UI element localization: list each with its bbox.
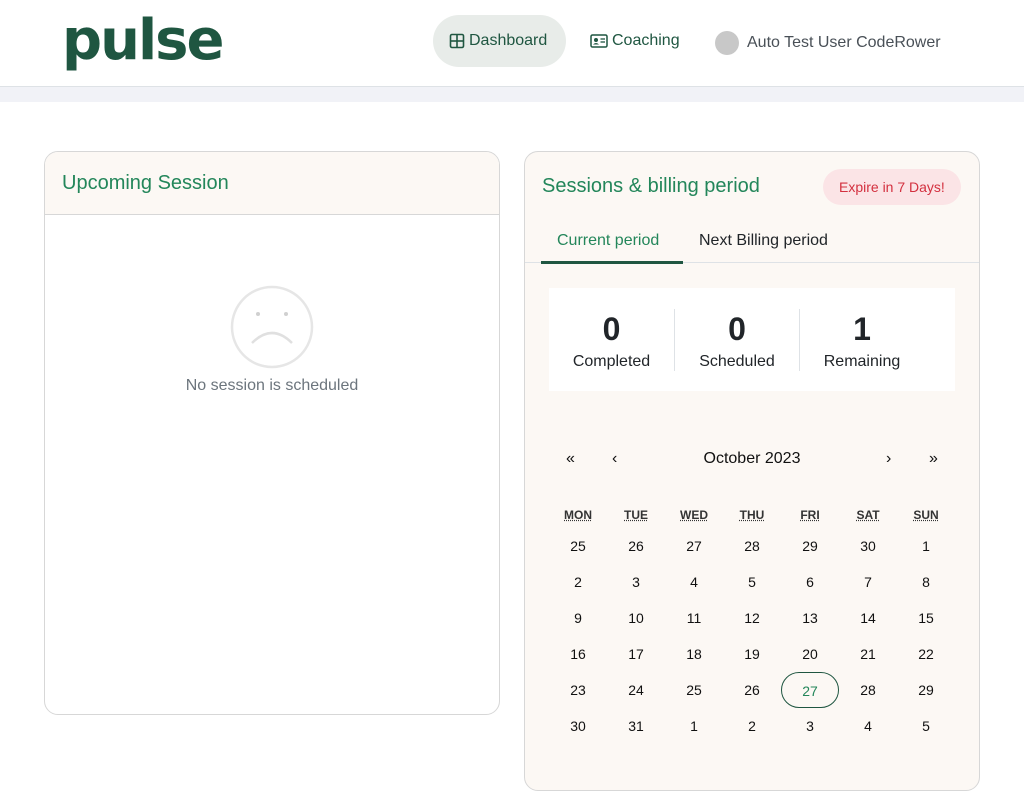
calendar-day[interactable]: 31 bbox=[607, 708, 665, 744]
weekday-fri: FRI bbox=[781, 502, 839, 528]
stat-scheduled-label: Scheduled bbox=[675, 353, 799, 371]
nav-dashboard-label: Dashboard bbox=[469, 32, 547, 50]
calendar-grid: MON TUE WED THU FRI SAT SUN 25 26 27 28 29 30… bbox=[549, 502, 955, 744]
user-menu[interactable]: Auto Test User CodeRower bbox=[715, 31, 941, 55]
calendar-day[interactable]: 4 bbox=[839, 708, 897, 744]
calendar-day[interactable]: 26 bbox=[607, 528, 665, 564]
calendar-day[interactable]: 22 bbox=[897, 636, 955, 672]
calendar-day[interactable]: 27 bbox=[665, 528, 723, 564]
grid-icon bbox=[449, 33, 465, 49]
calendar-day[interactable]: 30 bbox=[549, 708, 607, 744]
calendar-day[interactable]: 30 bbox=[839, 528, 897, 564]
calendar-day[interactable]: 1 bbox=[897, 528, 955, 564]
expire-badge: Expire in 7 Days! bbox=[823, 169, 961, 205]
calendar-day[interactable]: 15 bbox=[897, 600, 955, 636]
calendar-day[interactable]: 11 bbox=[665, 600, 723, 636]
calendar-day[interactable]: 1 bbox=[665, 708, 723, 744]
weekday-thu: THU bbox=[723, 502, 781, 528]
calendar-day[interactable]: 3 bbox=[781, 708, 839, 744]
calendar-day[interactable]: 4 bbox=[665, 564, 723, 600]
calendar-day[interactable]: 14 bbox=[839, 600, 897, 636]
stat-completed-label: Completed bbox=[549, 353, 674, 371]
calendar-weekday-header: MON TUE WED THU FRI SAT SUN bbox=[549, 502, 955, 528]
calendar-week-row: 9 10 11 12 13 14 15 bbox=[549, 600, 955, 636]
sessions-billing-card: Sessions & billing period Expire in 7 Da… bbox=[524, 151, 980, 791]
sad-face-icon bbox=[230, 285, 314, 369]
stat-completed: 0 Completed bbox=[549, 309, 674, 371]
calendar-day[interactable]: 12 bbox=[723, 600, 781, 636]
calendar-day[interactable]: 2 bbox=[723, 708, 781, 744]
calendar-day-today[interactable]: 27 bbox=[781, 672, 839, 708]
calendar-week-row: 16 17 18 19 20 21 22 bbox=[549, 636, 955, 672]
calendar-day[interactable]: 25 bbox=[665, 672, 723, 708]
calendar-day[interactable]: 17 bbox=[607, 636, 665, 672]
weekday-sat: SAT bbox=[839, 502, 897, 528]
weekday-wed: WED bbox=[665, 502, 723, 528]
calendar-day[interactable]: 18 bbox=[665, 636, 723, 672]
calendar-next-month-button[interactable]: › bbox=[886, 450, 891, 468]
calendar-day[interactable]: 26 bbox=[723, 672, 781, 708]
calendar-day[interactable]: 5 bbox=[723, 564, 781, 600]
header-divider-bar bbox=[0, 87, 1024, 102]
calendar-day[interactable]: 24 bbox=[607, 672, 665, 708]
calendar-week-row: 25 26 27 28 29 30 1 bbox=[549, 528, 955, 564]
pulse-logo[interactable]: pulse bbox=[62, 6, 222, 76]
calendar-day[interactable]: 16 bbox=[549, 636, 607, 672]
sessions-billing-title: Sessions & billing period bbox=[542, 175, 760, 198]
calendar-day[interactable]: 23 bbox=[549, 672, 607, 708]
calendar-day[interactable]: 6 bbox=[781, 564, 839, 600]
calendar-week-row: 23 24 25 26 27 28 29 bbox=[549, 672, 955, 708]
top-header: pulse Dashboard Coaching Auto Test User … bbox=[0, 0, 1024, 87]
calendar-day[interactable]: 7 bbox=[839, 564, 897, 600]
calendar-day[interactable]: 10 bbox=[607, 600, 665, 636]
calendar-next-year-button[interactable]: » bbox=[929, 450, 938, 468]
calendar-day[interactable]: 21 bbox=[839, 636, 897, 672]
empty-state-text: No session is scheduled bbox=[45, 377, 499, 395]
id-card-icon bbox=[590, 33, 608, 49]
session-stats: 0 Completed 0 Scheduled 1 Remaining bbox=[549, 288, 955, 391]
tab-current-period[interactable]: Current period bbox=[541, 226, 683, 264]
calendar-navigation: « ‹ October 2023 › » bbox=[549, 444, 955, 474]
calendar-week-row: 2345678 bbox=[549, 564, 955, 600]
stat-remaining-label: Remaining bbox=[800, 353, 924, 371]
calendar-day[interactable]: 3 bbox=[607, 564, 665, 600]
calendar-day[interactable]: 29 bbox=[781, 528, 839, 564]
upcoming-session-title: Upcoming Session bbox=[45, 152, 499, 215]
user-name: Auto Test User CodeRower bbox=[747, 34, 941, 52]
calendar-day[interactable]: 29 bbox=[897, 672, 955, 708]
stat-scheduled: 0 Scheduled bbox=[674, 309, 799, 371]
calendar-day[interactable]: 9 bbox=[549, 600, 607, 636]
weekday-sun: SUN bbox=[897, 502, 955, 528]
tab-next-billing-period[interactable]: Next Billing period bbox=[683, 226, 844, 263]
billing-tabs: Current period Next Billing period bbox=[525, 226, 979, 263]
nav-coaching-button[interactable]: Coaching bbox=[574, 15, 699, 67]
calendar-day[interactable]: 28 bbox=[839, 672, 897, 708]
calendar-day[interactable]: 25 bbox=[549, 528, 607, 564]
calendar-day[interactable]: 2 bbox=[549, 564, 607, 600]
nav-dashboard-button[interactable]: Dashboard bbox=[433, 15, 566, 67]
avatar bbox=[715, 31, 739, 55]
stat-remaining-value: 1 bbox=[800, 309, 924, 349]
calendar-day[interactable]: 5 bbox=[897, 708, 955, 744]
calendar-day[interactable]: 19 bbox=[723, 636, 781, 672]
calendar-day[interactable]: 28 bbox=[723, 528, 781, 564]
upcoming-session-card: Upcoming Session No session is scheduled bbox=[44, 151, 500, 715]
nav-coaching-label: Coaching bbox=[612, 32, 680, 50]
stat-remaining: 1 Remaining bbox=[799, 309, 924, 371]
calendar-days: 25 26 27 28 29 30 1 2 3 4 5 6 7 8 9 10 11 12 13 14 15 16 17 18 1… bbox=[549, 528, 955, 744]
stat-completed-value: 0 bbox=[549, 309, 674, 349]
calendar-month-label[interactable]: October 2023 bbox=[549, 450, 955, 468]
calendar-day[interactable]: 13 bbox=[781, 600, 839, 636]
stat-scheduled-value: 0 bbox=[675, 309, 799, 349]
calendar-day[interactable]: 20 bbox=[781, 636, 839, 672]
calendar-day[interactable]: 8 bbox=[897, 564, 955, 600]
weekday-mon: MON bbox=[549, 502, 607, 528]
empty-state: No session is scheduled bbox=[45, 285, 499, 395]
weekday-tue: TUE bbox=[607, 502, 665, 528]
calendar-week-row: 30 31 1 2 3 4 5 bbox=[549, 708, 955, 744]
